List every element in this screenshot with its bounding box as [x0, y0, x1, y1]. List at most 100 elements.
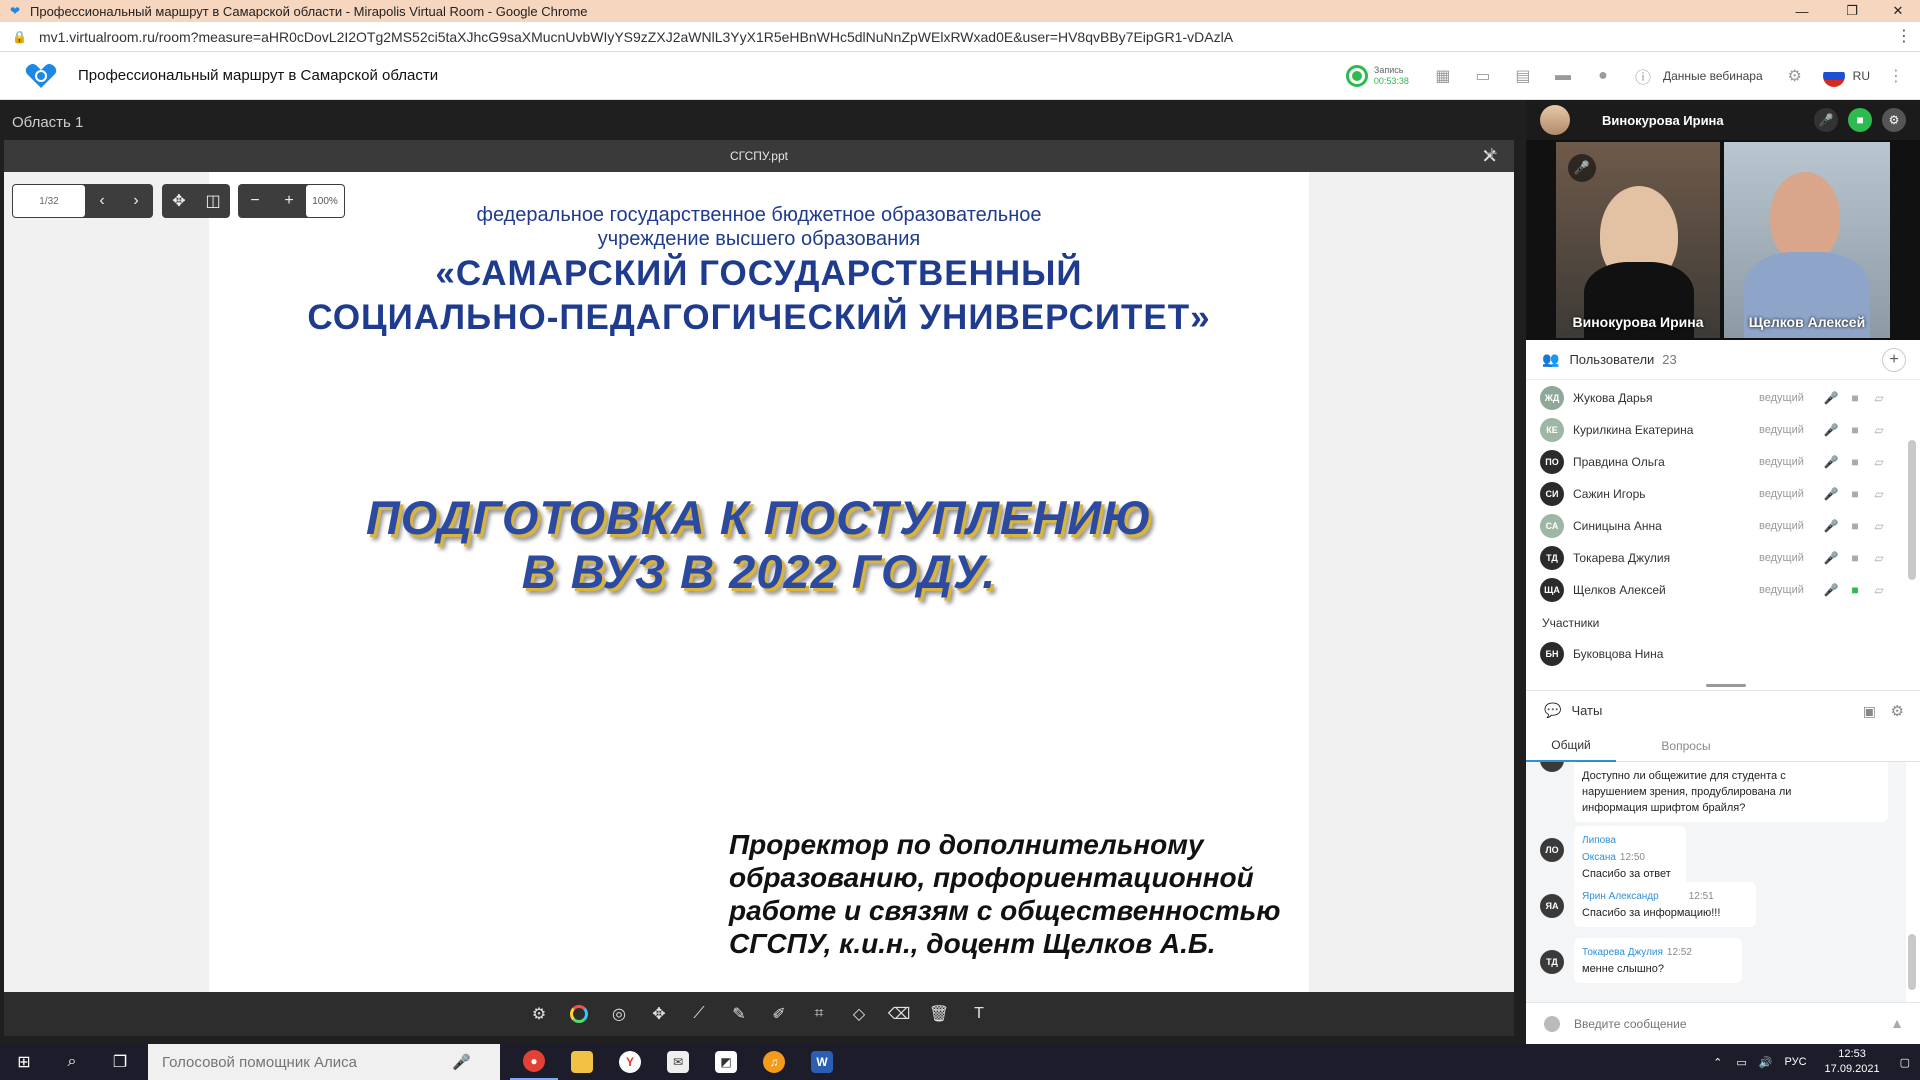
brush-icon[interactable]: ⟋: [683, 998, 715, 1030]
user-camera-icon[interactable]: ■: [1843, 583, 1867, 597]
lock-icon[interactable]: 🔒: [12, 30, 27, 44]
user-screen-icon[interactable]: ▱: [1867, 455, 1891, 469]
address-bar[interactable]: 🔒 mv1.virtualroom.ru/room?measure=aHR0cD…: [0, 22, 1920, 52]
folder-icon[interactable]: ▬: [1543, 52, 1583, 100]
zoom-in-icon[interactable]: +: [272, 184, 306, 218]
user-mic-icon[interactable]: 🎤: [1819, 455, 1843, 469]
user-mic-icon[interactable]: 🎤: [1819, 391, 1843, 405]
pointer-icon[interactable]: ◎: [603, 998, 635, 1030]
page-indicator[interactable]: 1/32: [13, 185, 85, 217]
trash-icon[interactable]: 🗑: [923, 998, 955, 1030]
microphone-icon[interactable]: 🎤: [452, 1053, 471, 1071]
minimize-icon[interactable]: —: [1780, 0, 1824, 22]
chat-export-icon[interactable]: ▣: [1863, 703, 1876, 720]
task-view-icon[interactable]: ❐: [96, 1044, 144, 1080]
video-tile-1[interactable]: 🎤 Винокурова Ирина: [1556, 142, 1720, 338]
notifications-icon[interactable]: ▢: [1900, 1056, 1910, 1069]
fit-width-icon[interactable]: ◫: [196, 184, 230, 218]
fit-page-icon[interactable]: ✥: [162, 184, 196, 218]
user-camera-icon[interactable]: ■: [1843, 391, 1867, 405]
add-document-icon[interactable]: +: [1486, 143, 1498, 166]
user-camera-icon[interactable]: ■: [1843, 487, 1867, 501]
user-screen-icon[interactable]: ▱: [1867, 583, 1891, 597]
user-mic-icon[interactable]: 🎤: [1819, 423, 1843, 437]
text-tool-icon[interactable]: T: [963, 998, 995, 1030]
user-screen-icon[interactable]: ▱: [1867, 487, 1891, 501]
windows-start-icon[interactable]: ⊞: [0, 1044, 48, 1080]
pencil-icon[interactable]: ✎: [723, 998, 755, 1030]
mic-muted-icon[interactable]: 🎤: [1814, 108, 1838, 132]
color-picker-icon[interactable]: [563, 998, 595, 1030]
user-screen-icon[interactable]: ▱: [1867, 391, 1891, 405]
user-row[interactable]: ТД Токарева Джулия ведущий 🎤 ■ ▱: [1526, 542, 1906, 574]
russian-flag-icon[interactable]: [1822, 65, 1845, 87]
chat-message-input[interactable]: [1574, 1016, 1874, 1031]
eraser-icon[interactable]: ⌫: [883, 998, 915, 1030]
volume-icon[interactable]: 🔊: [1759, 1056, 1773, 1069]
panel-resize-handle[interactable]: [1706, 684, 1746, 687]
user-row[interactable]: ПО Правдина Ольга ведущий 🎤 ■ ▱: [1526, 446, 1906, 478]
language-label[interactable]: RU: [1853, 69, 1870, 83]
record-indicator[interactable]: Запись 00:53:38: [1345, 65, 1409, 87]
tray-chevron-icon[interactable]: ⌃: [1713, 1056, 1722, 1069]
prev-page-icon[interactable]: ‹: [85, 184, 119, 218]
next-page-icon[interactable]: ›: [119, 184, 153, 218]
user-camera-icon[interactable]: ■: [1843, 551, 1867, 565]
notes-app[interactable]: ◩: [702, 1044, 750, 1080]
url-text[interactable]: mv1.virtualroom.ru/room?measure=aHR0cDov…: [39, 29, 1233, 45]
user-row[interactable]: СИ Сажин Игорь ведущий 🎤 ■ ▱: [1526, 478, 1906, 510]
user-screen-icon[interactable]: ▱: [1867, 519, 1891, 533]
video-tile-2[interactable]: Щелков Алексей: [1724, 142, 1890, 338]
add-user-button[interactable]: +: [1882, 348, 1906, 372]
search-icon[interactable]: ⌕: [48, 1044, 96, 1080]
move-icon[interactable]: ✥: [643, 998, 675, 1030]
info-icon[interactable]: ⓘ: [1623, 52, 1663, 100]
media-app[interactable]: ♫: [750, 1044, 798, 1080]
zoom-out-icon[interactable]: −: [238, 184, 272, 218]
participant-row[interactable]: БН Буковцова Нина: [1526, 638, 1906, 670]
user-mic-icon[interactable]: 🎤: [1819, 551, 1843, 565]
user-camera-icon[interactable]: ■: [1843, 519, 1867, 533]
zoom-level[interactable]: 100%: [306, 185, 344, 217]
settings-icon[interactable]: ⚙: [523, 998, 555, 1030]
marker-icon[interactable]: ✐: [763, 998, 795, 1030]
user-icon[interactable]: ●: [1583, 52, 1623, 100]
user-mic-icon[interactable]: 🎤: [1819, 487, 1843, 501]
send-icon[interactable]: ▲: [1890, 1015, 1904, 1031]
user-row[interactable]: ЩА Щелков Алексей ведущий 🎤 ■ ▱: [1526, 574, 1906, 606]
user-camera-icon[interactable]: ■: [1843, 455, 1867, 469]
document-icon[interactable]: ▤: [1503, 52, 1543, 100]
yandex-browser-app[interactable]: Y: [606, 1044, 654, 1080]
camera-icon[interactable]: ■: [1848, 108, 1872, 132]
user-mic-icon[interactable]: 🎤: [1819, 583, 1843, 597]
mail-app[interactable]: ✉: [654, 1044, 702, 1080]
app-menu-icon[interactable]: ⋮: [1884, 52, 1908, 100]
tab-general[interactable]: Общий: [1526, 730, 1616, 762]
network-icon[interactable]: ▭: [1736, 1056, 1746, 1069]
tab-questions[interactable]: Вопросы: [1636, 730, 1736, 762]
emoji-icon[interactable]: [1544, 1015, 1560, 1032]
user-mic-icon[interactable]: 🎤: [1819, 519, 1843, 533]
shape-icon[interactable]: ◇: [843, 998, 875, 1030]
user-screen-icon[interactable]: ▱: [1867, 551, 1891, 565]
user-row[interactable]: КЕ Курилкина Екатерина ведущий 🎤 ■ ▱: [1526, 414, 1906, 446]
chat-scrollbar[interactable]: [1908, 934, 1916, 990]
user-screen-icon[interactable]: ▱: [1867, 423, 1891, 437]
user-camera-icon[interactable]: ■: [1843, 423, 1867, 437]
users-scrollbar[interactable]: [1908, 440, 1916, 580]
mirapolis-logo-icon[interactable]: [24, 62, 58, 90]
taskbar-search[interactable]: 🎤: [148, 1044, 500, 1080]
voice-assistant-input[interactable]: [162, 1053, 452, 1071]
user-row[interactable]: ЖД Жукова Дарья ведущий 🎤 ■ ▱: [1526, 382, 1906, 414]
file-explorer-app[interactable]: [558, 1044, 606, 1080]
gear-icon[interactable]: ⚙: [1775, 52, 1815, 100]
keyboard-language[interactable]: РУС: [1785, 1056, 1807, 1068]
close-window-icon[interactable]: ✕: [1876, 0, 1920, 22]
video-settings-icon[interactable]: ⚙: [1882, 108, 1906, 132]
crop-icon[interactable]: ⌗: [803, 998, 835, 1030]
screen-share-icon[interactable]: ▭: [1463, 52, 1503, 100]
user-row[interactable]: СА Синицына Анна ведущий 🎤 ■ ▱: [1526, 510, 1906, 542]
word-app[interactable]: W: [798, 1044, 846, 1080]
chat-settings-icon[interactable]: ⚙: [1891, 702, 1904, 720]
webinar-data-link[interactable]: Данные вебинара: [1663, 69, 1763, 83]
